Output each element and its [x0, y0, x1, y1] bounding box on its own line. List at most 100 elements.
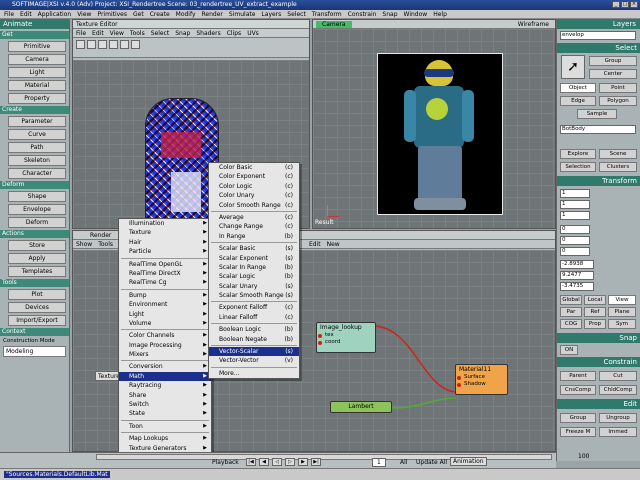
- object-button[interactable]: Object: [560, 83, 596, 93]
- rotate-z-field[interactable]: 0: [560, 247, 590, 256]
- light-button[interactable]: Light: [8, 67, 66, 78]
- section-deform[interactable]: Deform: [0, 181, 69, 189]
- menu-simulate[interactable]: Simulate: [229, 10, 256, 18]
- parent-button[interactable]: Parent: [560, 371, 596, 381]
- point-button[interactable]: Point: [599, 83, 637, 93]
- menu-item-conversion[interactable]: Conversion ▶: [119, 362, 211, 371]
- menu-item-exponent-falloff[interactable]: Exponent Falloff (c): [209, 303, 299, 312]
- te-menu-snap[interactable]: Snap: [175, 30, 190, 37]
- ref-button[interactable]: Ref: [584, 307, 606, 317]
- menu-item-raytracing[interactable]: Raytracing ▶: [119, 381, 211, 390]
- selection-button[interactable]: Selection: [560, 162, 596, 172]
- camera-button[interactable]: Camera: [8, 54, 66, 65]
- selection-name-field[interactable]: BotBody: [560, 125, 636, 134]
- view-mode-label[interactable]: Wireframe: [518, 21, 555, 28]
- port-surface[interactable]: Surface: [456, 374, 507, 381]
- te-menu-select[interactable]: Select: [151, 30, 170, 37]
- playback-label[interactable]: Playback: [212, 459, 239, 466]
- character-button[interactable]: Character: [8, 168, 66, 179]
- tool-icon[interactable]: [109, 40, 118, 49]
- menu-item-volume[interactable]: Volume ▶: [119, 319, 211, 328]
- menu-select[interactable]: Select: [287, 10, 306, 18]
- menu-item-bump[interactable]: Bump ▶: [119, 291, 211, 300]
- tool-icon[interactable]: [87, 40, 96, 49]
- lambert-node[interactable]: Lambert: [330, 401, 392, 413]
- chldcomp-button[interactable]: ChldComp: [599, 385, 637, 395]
- construction-mode-dropdown[interactable]: Modeling: [3, 346, 66, 357]
- scene-button[interactable]: Scene: [599, 149, 637, 159]
- menu-application[interactable]: Application: [38, 10, 72, 18]
- apply-button[interactable]: Apply: [8, 253, 66, 264]
- port-shadow[interactable]: Shadow: [456, 381, 507, 388]
- edge-button[interactable]: Edge: [560, 96, 596, 106]
- image-lookup-node[interactable]: Image_lookup tex coord: [316, 322, 376, 353]
- menu-item-color-basic[interactable]: Color Basic (c): [209, 163, 299, 172]
- menu-item-realtime-directx[interactable]: RealTime DirectX ▶: [119, 269, 211, 278]
- menu-tools[interactable]: Tools: [98, 241, 113, 248]
- translate-x-field[interactable]: -2.8938: [560, 260, 594, 269]
- menu-item-scalar-in-range[interactable]: Scalar In Range (b): [209, 263, 299, 272]
- plane-button[interactable]: Plane: [608, 307, 636, 317]
- translate-y-field[interactable]: 9.2477: [560, 271, 594, 280]
- te-menu-uvs[interactable]: UVs: [247, 30, 259, 37]
- maximize-button[interactable]: □: [621, 1, 629, 8]
- menu-file[interactable]: File: [4, 10, 14, 18]
- primitive-button[interactable]: Primitive: [8, 41, 66, 52]
- group-button[interactable]: Group: [589, 56, 637, 66]
- menu-view[interactable]: View: [77, 10, 91, 18]
- select-arrow-icon[interactable]: ➚: [561, 55, 585, 79]
- menu-item-vector-vector[interactable]: Vector-Vector (v): [209, 356, 299, 365]
- section-tools[interactable]: Tools: [0, 279, 69, 287]
- view-button[interactable]: View: [608, 295, 636, 305]
- menu-item-average[interactable]: Average (c): [209, 213, 299, 222]
- snap-on-toggle[interactable]: ON: [560, 345, 578, 355]
- menu-edit[interactable]: Edit: [20, 10, 32, 18]
- menu-item-state[interactable]: State ▶: [119, 409, 211, 418]
- first-frame-icon[interactable]: |◀: [246, 458, 256, 466]
- menu-item-toon[interactable]: Toon ▶: [119, 422, 211, 431]
- tool-icon[interactable]: [120, 40, 129, 49]
- menu-item-color-channels[interactable]: Color Channels ▶: [119, 331, 211, 340]
- mode-title[interactable]: Animate: [0, 19, 69, 29]
- menu-item-color-logic[interactable]: Color Logic (c): [209, 182, 299, 191]
- material-node[interactable]: Material11 Surface Shadow: [455, 364, 508, 395]
- te-menu-shaders[interactable]: Shaders: [196, 30, 220, 37]
- property-button[interactable]: Property: [8, 93, 66, 104]
- minimize-button[interactable]: _: [612, 1, 620, 8]
- menu-item-realtime-cg[interactable]: RealTime Cg ▶: [119, 278, 211, 287]
- menu-layers[interactable]: Layers: [261, 10, 281, 18]
- new-button[interactable]: New: [327, 241, 340, 248]
- menu-constrain[interactable]: Constrain: [348, 10, 377, 18]
- section-get[interactable]: Get: [0, 31, 69, 39]
- te-menu-clips[interactable]: Clips: [227, 30, 241, 37]
- port-tex[interactable]: tex: [317, 332, 375, 339]
- center-button[interactable]: Center: [589, 69, 637, 79]
- plot-button[interactable]: Plot: [8, 289, 66, 300]
- menu-item-mixers[interactable]: Mixers ▶: [119, 350, 211, 359]
- store-button[interactable]: Store: [8, 240, 66, 251]
- prop-button[interactable]: Prop: [584, 319, 606, 329]
- scale-x-field[interactable]: 1: [560, 189, 590, 198]
- devices-button[interactable]: Devices: [8, 302, 66, 313]
- menu-item-change-range[interactable]: Change Range (c): [209, 222, 299, 231]
- te-menu-tools[interactable]: Tools: [130, 30, 145, 37]
- menu-item-scalar-basic[interactable]: Scalar Basic (s): [209, 244, 299, 253]
- menu-render[interactable]: Render: [202, 10, 223, 18]
- material-button[interactable]: Material: [8, 80, 66, 91]
- edit-button[interactable]: Edit: [309, 241, 321, 248]
- menu-item-light[interactable]: Light ▶: [119, 310, 211, 319]
- polygon-button[interactable]: Polygon: [599, 96, 637, 106]
- envelope-button[interactable]: Envelope: [8, 204, 66, 215]
- menu-item-scalar-exponent[interactable]: Scalar Exponent (s): [209, 254, 299, 263]
- menu-item-hair[interactable]: Hair ▶: [119, 238, 211, 247]
- skeleton-button[interactable]: Skeleton: [8, 155, 66, 166]
- menu-item-scalar-unary[interactable]: Scalar Unary (s): [209, 282, 299, 291]
- menu-item-realtime-opengl[interactable]: RealTime OpenGL ▶: [119, 260, 211, 269]
- prev-frame-icon[interactable]: ◀: [259, 458, 269, 466]
- menu-item-texture[interactable]: Texture ▶: [119, 228, 211, 237]
- menu-item-share[interactable]: Share ▶: [119, 391, 211, 400]
- menu-item-particle[interactable]: Particle ▶: [119, 247, 211, 256]
- menu-window[interactable]: Window: [404, 10, 428, 18]
- scale-y-field[interactable]: 1: [560, 200, 590, 209]
- par-button[interactable]: Par: [560, 307, 582, 317]
